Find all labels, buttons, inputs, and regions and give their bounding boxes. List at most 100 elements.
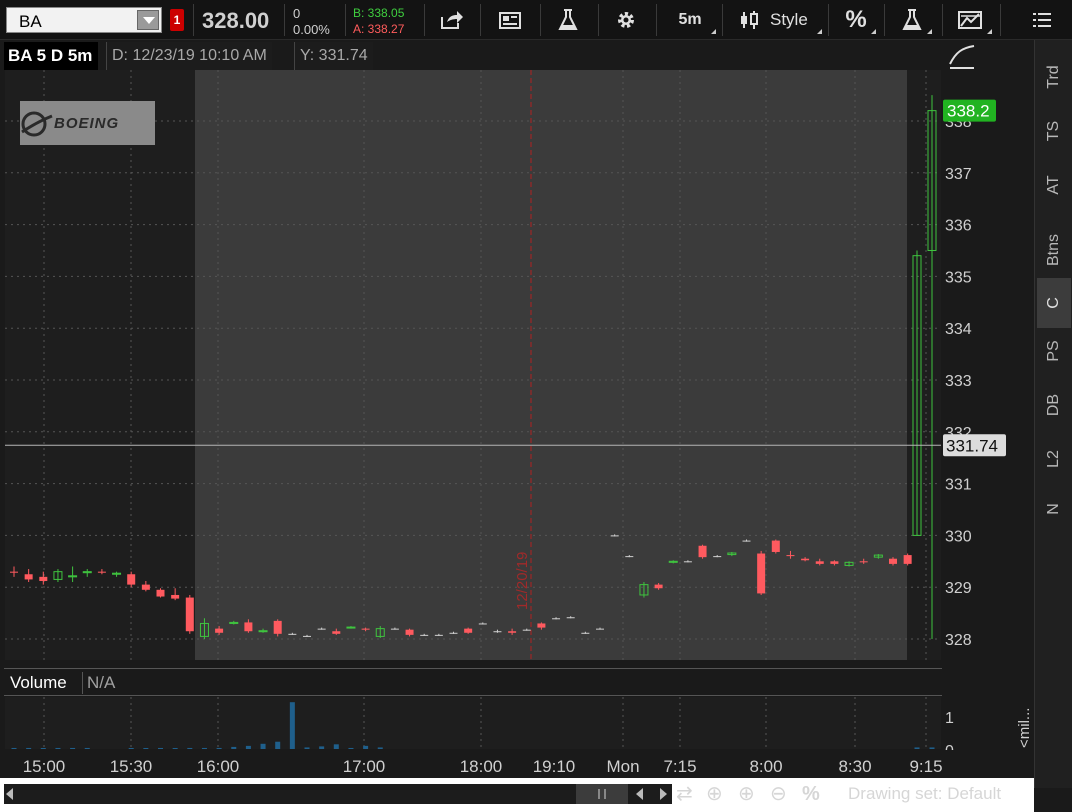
candle-body — [273, 620, 282, 634]
volume-bar — [377, 747, 383, 749]
price-tick-label: 333 — [945, 373, 972, 390]
volume-bar — [55, 747, 61, 749]
candle-body — [742, 540, 751, 542]
price-tick-label: 329 — [945, 580, 972, 597]
price-tick-label: 331 — [945, 477, 972, 494]
volume-bar — [172, 748, 178, 749]
volume-bar — [40, 748, 46, 749]
candle-body — [698, 545, 707, 558]
candle-body — [683, 561, 692, 563]
candle-body — [317, 628, 326, 630]
volume-bar — [11, 747, 17, 749]
candle-body — [303, 635, 311, 637]
volume-bar — [201, 747, 207, 749]
volume-bar — [363, 745, 369, 749]
y-readout: Y: 331.74 — [294, 42, 373, 70]
candle-body — [420, 634, 429, 636]
time-tick-label: 7:15 — [663, 757, 696, 776]
horizontal-scrollbar[interactable] — [4, 784, 672, 804]
price-tick-label: 336 — [945, 218, 972, 235]
volume-background — [5, 697, 941, 749]
volume-bar — [260, 743, 266, 749]
price-tick-label: 330 — [945, 528, 972, 545]
price-tick-label: 337 — [945, 166, 972, 183]
candle-body — [258, 630, 268, 633]
price-tick-label: 334 — [945, 321, 972, 338]
time-tick-label: 8:00 — [749, 757, 782, 776]
price-tick-label: 335 — [945, 269, 972, 286]
candle-body — [361, 628, 370, 630]
candle-body — [889, 558, 897, 564]
candle-body — [552, 618, 561, 620]
tab-label: C — [1045, 297, 1062, 309]
time-tick-label: 17:00 — [343, 757, 386, 776]
zoom-out-icon[interactable]: ⊖ — [770, 782, 787, 806]
tab-ts[interactable]: TS — [1037, 106, 1071, 156]
percent-icon[interactable]: % — [802, 782, 820, 806]
scroll-left-icon[interactable] — [6, 788, 13, 800]
time-tick-label: 15:30 — [110, 757, 153, 776]
zoom-in-icon[interactable]: ⊕ — [738, 782, 755, 806]
drawing-set-label[interactable]: Drawing set: Default — [848, 784, 1001, 804]
candle-body — [97, 571, 106, 573]
candle-body — [537, 623, 546, 628]
chevron-left-icon[interactable] — [636, 788, 643, 800]
tab-trd[interactable]: Trd — [1037, 52, 1071, 102]
candle-body — [757, 553, 766, 594]
chart-window: BA 1 328.00 0 0.00% B: 338.05 A: 338.27 — [0, 0, 1072, 812]
candle-body — [815, 561, 824, 564]
volume-bar — [128, 748, 134, 749]
candle-body — [449, 632, 458, 634]
tab-btns[interactable]: Btns — [1037, 220, 1071, 280]
time-tick-label: 19:10 — [533, 757, 576, 776]
candle-body — [508, 631, 517, 633]
volume-tick-label: 1 — [945, 710, 954, 727]
tab-label: N — [1045, 503, 1062, 515]
crosshair-icon[interactable]: ⊕ — [706, 782, 723, 806]
last-price-tag-text: 338.2 — [947, 102, 990, 121]
date-marker-label: 12/20/19 — [514, 552, 531, 610]
candle-body — [654, 584, 663, 589]
candle-body — [141, 584, 150, 590]
candle-body — [830, 561, 839, 564]
tab-db[interactable]: DB — [1037, 380, 1071, 430]
tab-label: L2 — [1045, 450, 1062, 468]
candle-body — [859, 561, 868, 563]
price-tick-label: 328 — [945, 632, 972, 649]
price-chart[interactable]: 12/20/19 BOEING 328329330331332333334335… — [0, 0, 1034, 778]
cursor-price-tag: 331.74 — [943, 434, 1006, 457]
volume-title[interactable]: Volume — [6, 672, 71, 694]
tab-n[interactable]: N — [1037, 484, 1071, 534]
tab-label: Trd — [1045, 65, 1062, 89]
volume-bar — [26, 747, 32, 749]
tab-c[interactable]: C — [1037, 278, 1071, 328]
candle-body — [493, 631, 502, 633]
volume-units-label: <mil... — [1016, 708, 1033, 748]
pan-icon[interactable]: ⇄ — [676, 782, 693, 806]
menu-icon — [1033, 13, 1051, 27]
time-tick-label: Mon — [606, 757, 639, 776]
tab-label: DB — [1045, 393, 1062, 417]
volume-bar — [231, 746, 237, 749]
volume-bar — [84, 747, 90, 749]
scroll-thumb[interactable] — [576, 784, 628, 804]
chart-title[interactable]: BA 5 D 5m — [4, 42, 99, 70]
volume-value: N/A — [82, 672, 119, 694]
candle-body — [24, 574, 33, 580]
tab-at[interactable]: AT — [1037, 160, 1071, 210]
candle-body — [405, 629, 414, 635]
volume-bar — [275, 741, 281, 749]
candle-body — [522, 629, 531, 631]
candle-body — [713, 556, 722, 558]
tab-ps[interactable]: PS — [1037, 326, 1071, 376]
time-axis-background — [0, 750, 1034, 778]
chevron-right-icon[interactable] — [660, 788, 667, 800]
candle-body — [244, 622, 253, 632]
candle-body — [625, 556, 634, 558]
candle-body — [464, 628, 473, 633]
candle-body — [478, 623, 487, 625]
volume-bar — [216, 747, 222, 749]
candle-body — [171, 594, 180, 599]
time-tick-label: 16:00 — [197, 757, 240, 776]
tab-l2[interactable]: L2 — [1037, 434, 1071, 484]
